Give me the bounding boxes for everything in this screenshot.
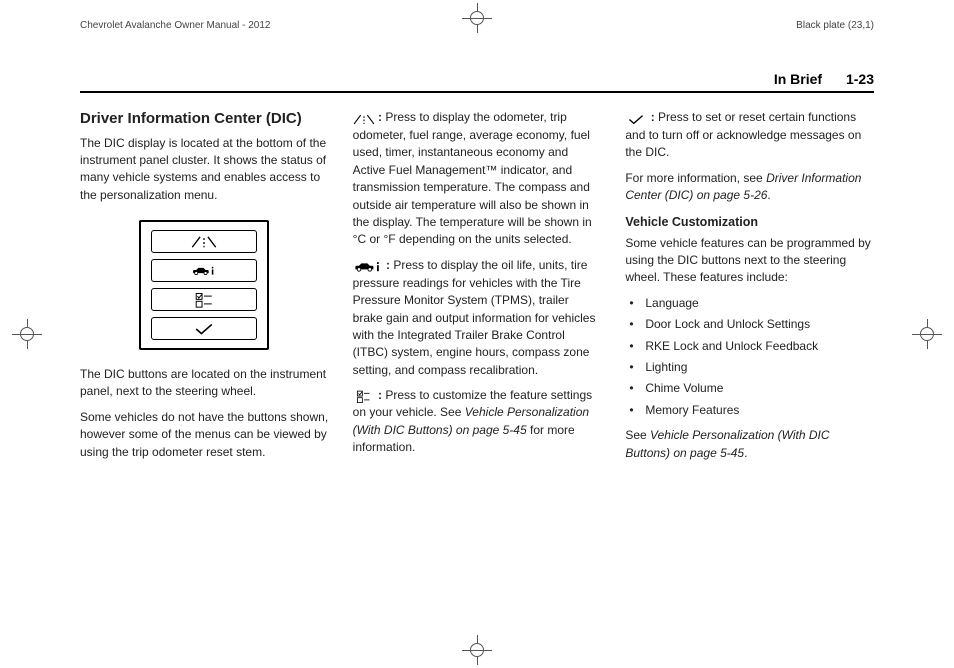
crop-mark-bottom: [462, 635, 492, 665]
section-name: In Brief: [774, 71, 822, 87]
see-a: See: [625, 428, 650, 442]
car-info-icon: [191, 263, 217, 279]
dic-customize-button: [151, 288, 257, 311]
see-b: .: [744, 446, 747, 460]
checkmark-icon: [625, 113, 647, 127]
see-personalization: See Vehicle Personalization (With DIC Bu…: [625, 427, 874, 462]
vehicle-customization-heading: Vehicle Customization: [625, 213, 874, 231]
dic-intro-3: Some vehicles do not have the buttons sh…: [80, 409, 329, 461]
list-item: Door Lock and Unlock Settings: [625, 316, 874, 333]
dic-trip-button: [151, 230, 257, 253]
dic-buttons-diagram: [139, 220, 269, 350]
column-2: : Press to display the odometer, trip od…: [353, 109, 602, 470]
column-1: Driver Information Center (DIC) The DIC …: [80, 109, 329, 470]
crop-mark-right: [912, 319, 942, 349]
list-item: RKE Lock and Unlock Feedback: [625, 338, 874, 355]
car-info-icon: [353, 261, 383, 275]
customization-list: Language Door Lock and Unlock Settings R…: [625, 295, 874, 419]
crop-mark-top: [462, 3, 492, 33]
plate-label: Black plate (23,1): [796, 20, 874, 31]
vehicle-info-text: Press to display the oil life, units, ti…: [353, 258, 596, 377]
trip-road-icon: [191, 234, 217, 250]
checkmark-icon: [191, 321, 217, 337]
dic-set-button: [151, 317, 257, 340]
checklist-icon: [353, 390, 375, 404]
section-header: In Brief 1-23: [80, 71, 874, 93]
vehicle-customization-intro: Some vehicle features can be programmed …: [625, 235, 874, 287]
page-number: 1-23: [846, 71, 874, 87]
checklist-icon: [191, 292, 217, 308]
manual-title: Chevrolet Avalanche Owner Manual - 2012: [80, 20, 270, 31]
more-info-b: .: [767, 188, 770, 202]
set-button-text: Press to set or reset certain functions …: [625, 110, 861, 159]
list-item: Memory Features: [625, 402, 874, 419]
see-link: Vehicle Personalization (With DIC Button…: [625, 428, 829, 459]
dic-heading: Driver Information Center (DIC): [80, 109, 329, 129]
more-info-a: For more information, see: [625, 171, 766, 185]
more-info-p: For more information, see Driver Informa…: [625, 170, 874, 205]
list-item: Lighting: [625, 359, 874, 376]
column-3: : Press to set or reset certain function…: [625, 109, 874, 470]
dic-intro-1: The DIC display is located at the bottom…: [80, 135, 329, 205]
dic-vehicle-info-button: [151, 259, 257, 282]
set-button-desc: : Press to set or reset certain function…: [625, 109, 874, 162]
customize-button-desc: : Press to customize the feature setting…: [353, 387, 602, 457]
vehicle-info-button-desc: : Press to display the oil life, units, …: [353, 257, 602, 379]
trip-button-desc: : Press to display the odometer, trip od…: [353, 109, 602, 249]
dic-intro-2: The DIC buttons are located on the instr…: [80, 366, 329, 401]
crop-mark-left: [12, 319, 42, 349]
list-item: Language: [625, 295, 874, 312]
trip-road-icon: [353, 113, 375, 127]
trip-button-text: Press to display the odometer, trip odom…: [353, 110, 592, 246]
list-item: Chime Volume: [625, 380, 874, 397]
